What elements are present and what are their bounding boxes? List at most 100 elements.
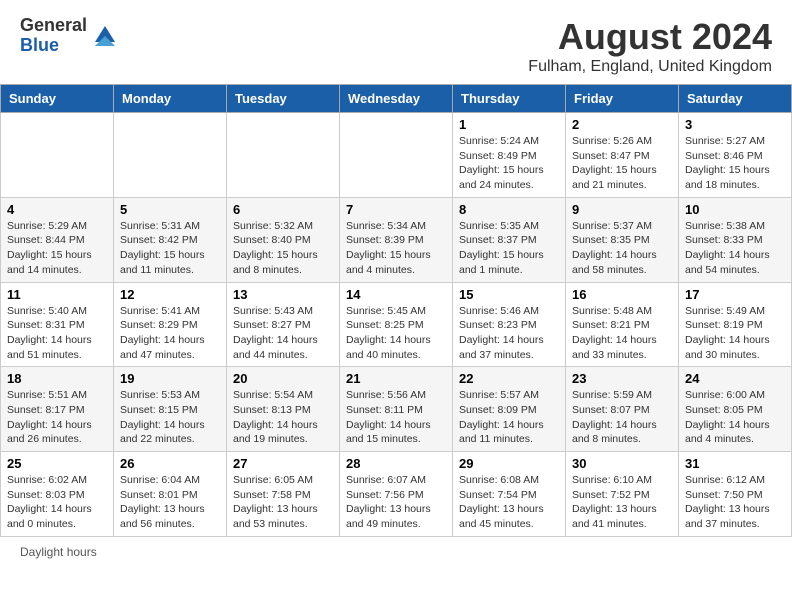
day-number: 11	[7, 287, 107, 302]
page-wrapper: General Blue August 2024 Fulham, England…	[0, 0, 792, 567]
main-title: August 2024	[528, 16, 772, 58]
day-number: 4	[7, 202, 107, 217]
calendar-cell: 8Sunrise: 5:35 AM Sunset: 8:37 PM Daylig…	[453, 197, 566, 282]
calendar-week-row: 25 Sunrise: 6:02 AM Sunset: 8:03 PM Dayli…	[1, 452, 792, 537]
day-info: Sunrise: 5:27 AM Sunset: 8:46 PM Dayligh…	[685, 134, 785, 193]
day-info: Sunrise: 6:00 AM Sunset: 8:05 PM Dayligh…	[685, 388, 785, 447]
calendar-cell	[227, 113, 340, 198]
day-info: Sunrise: 5:31 AM Sunset: 8:42 PM Dayligh…	[120, 219, 220, 278]
calendar-cell: 28 Sunrise: 6:07 AM Sunset: 7:56 PM Dayli…	[340, 452, 453, 537]
day-info: Sunrise: 6:08 AM Sunset: 7:54 PM Dayligh…	[459, 473, 559, 532]
calendar-cell: 12 Sunrise: 5:41 AM Sunset: 8:29 PM Dayli…	[114, 282, 227, 367]
calendar-cell: 6 Sunrise: 5:32 AM Sunset: 8:40 PM Daylig…	[227, 197, 340, 282]
calendar-cell: 27 Sunrise: 6:05 AM Sunset: 7:58 PM Dayli…	[227, 452, 340, 537]
page-header: General Blue August 2024 Fulham, England…	[0, 0, 792, 84]
day-info: Sunrise: 6:02 AM Sunset: 8:03 PM Dayligh…	[7, 473, 107, 532]
calendar-cell: 22 Sunrise: 5:57 AM Sunset: 8:09 PM Dayli…	[453, 367, 566, 452]
day-info: Sunrise: 5:29 AM Sunset: 8:44 PM Dayligh…	[7, 219, 107, 278]
day-info: Sunrise: 5:53 AM Sunset: 8:15 PM Dayligh…	[120, 388, 220, 447]
calendar-cell: 4 Sunrise: 5:29 AM Sunset: 8:44 PM Daylig…	[1, 197, 114, 282]
footer: Daylight hours	[0, 537, 792, 567]
calendar-cell: 21 Sunrise: 5:56 AM Sunset: 8:11 PM Dayli…	[340, 367, 453, 452]
day-info: Sunrise: 5:38 AM Sunset: 8:33 PM Dayligh…	[685, 219, 785, 278]
day-number: 13	[233, 287, 333, 302]
calendar-cell: 24 Sunrise: 6:00 AM Sunset: 8:05 PM Dayli…	[679, 367, 792, 452]
day-number: 18	[7, 371, 107, 386]
calendar-cell: 20Sunrise: 5:54 AM Sunset: 8:13 PM Dayli…	[227, 367, 340, 452]
calendar-week-row: 18Sunrise: 5:51 AM Sunset: 8:17 PM Dayli…	[1, 367, 792, 452]
calendar-cell: 2 Sunrise: 5:26 AM Sunset: 8:47 PM Daylig…	[566, 113, 679, 198]
day-info: Sunrise: 6:07 AM Sunset: 7:56 PM Dayligh…	[346, 473, 446, 532]
day-number: 8	[459, 202, 559, 217]
day-number: 16	[572, 287, 672, 302]
calendar-cell: 7Sunrise: 5:34 AM Sunset: 8:39 PM Daylig…	[340, 197, 453, 282]
logo-general: General	[20, 16, 87, 36]
calendar-cell: 19 Sunrise: 5:53 AM Sunset: 8:15 PM Dayli…	[114, 367, 227, 452]
calendar-cell: 16Sunrise: 5:48 AM Sunset: 8:21 PM Dayli…	[566, 282, 679, 367]
day-info: Sunrise: 5:49 AM Sunset: 8:19 PM Dayligh…	[685, 304, 785, 363]
calendar-table: SundayMondayTuesdayWednesdayThursdayFrid…	[0, 84, 792, 537]
day-number: 2	[572, 117, 672, 132]
calendar-cell: 26Sunrise: 6:04 AM Sunset: 8:01 PM Dayli…	[114, 452, 227, 537]
day-number: 15	[459, 287, 559, 302]
day-number: 30	[572, 456, 672, 471]
logo-text: General Blue	[20, 16, 87, 56]
day-number: 9	[572, 202, 672, 217]
calendar-day-header: Sunday	[1, 85, 114, 113]
day-info: Sunrise: 6:05 AM Sunset: 7:58 PM Dayligh…	[233, 473, 333, 532]
calendar-cell: 13 Sunrise: 5:43 AM Sunset: 8:27 PM Dayli…	[227, 282, 340, 367]
day-info: Sunrise: 5:56 AM Sunset: 8:11 PM Dayligh…	[346, 388, 446, 447]
calendar-cell: 23Sunrise: 5:59 AM Sunset: 8:07 PM Dayli…	[566, 367, 679, 452]
day-info: Sunrise: 5:37 AM Sunset: 8:35 PM Dayligh…	[572, 219, 672, 278]
calendar-cell: 25 Sunrise: 6:02 AM Sunset: 8:03 PM Dayli…	[1, 452, 114, 537]
calendar-cell	[114, 113, 227, 198]
calendar-cell	[1, 113, 114, 198]
day-number: 12	[120, 287, 220, 302]
day-info: Sunrise: 5:57 AM Sunset: 8:09 PM Dayligh…	[459, 388, 559, 447]
logo-icon	[91, 22, 119, 50]
day-number: 21	[346, 371, 446, 386]
day-number: 24	[685, 371, 785, 386]
day-number: 19	[120, 371, 220, 386]
day-number: 17	[685, 287, 785, 302]
day-number: 5	[120, 202, 220, 217]
subtitle: Fulham, England, United Kingdom	[528, 58, 772, 76]
calendar-cell: 9 Sunrise: 5:37 AM Sunset: 8:35 PM Daylig…	[566, 197, 679, 282]
logo: General Blue	[20, 16, 119, 56]
day-info: Sunrise: 5:46 AM Sunset: 8:23 PM Dayligh…	[459, 304, 559, 363]
calendar-cell: 10 Sunrise: 5:38 AM Sunset: 8:33 PM Dayli…	[679, 197, 792, 282]
calendar-cell: 30Sunrise: 6:10 AM Sunset: 7:52 PM Dayli…	[566, 452, 679, 537]
day-info: Sunrise: 5:26 AM Sunset: 8:47 PM Dayligh…	[572, 134, 672, 193]
day-number: 25	[7, 456, 107, 471]
day-number: 27	[233, 456, 333, 471]
calendar-day-header: Thursday	[453, 85, 566, 113]
day-info: Sunrise: 5:32 AM Sunset: 8:40 PM Dayligh…	[233, 219, 333, 278]
day-info: Sunrise: 5:34 AM Sunset: 8:39 PM Dayligh…	[346, 219, 446, 278]
day-number: 10	[685, 202, 785, 217]
day-info: Sunrise: 5:43 AM Sunset: 8:27 PM Dayligh…	[233, 304, 333, 363]
day-number: 20	[233, 371, 333, 386]
calendar-cell: 3Sunrise: 5:27 AM Sunset: 8:46 PM Daylig…	[679, 113, 792, 198]
calendar-day-header: Wednesday	[340, 85, 453, 113]
calendar-week-row: 4 Sunrise: 5:29 AM Sunset: 8:44 PM Daylig…	[1, 197, 792, 282]
calendar-cell: 5 Sunrise: 5:31 AM Sunset: 8:42 PM Daylig…	[114, 197, 227, 282]
day-info: Sunrise: 5:24 AM Sunset: 8:49 PM Dayligh…	[459, 134, 559, 193]
calendar-cell: 15 Sunrise: 5:46 AM Sunset: 8:23 PM Dayli…	[453, 282, 566, 367]
day-number: 28	[346, 456, 446, 471]
day-number: 1	[459, 117, 559, 132]
day-number: 6	[233, 202, 333, 217]
calendar-cell: 31Sunrise: 6:12 AM Sunset: 7:50 PM Dayli…	[679, 452, 792, 537]
day-number: 26	[120, 456, 220, 471]
calendar-week-row: 1 Sunrise: 5:24 AM Sunset: 8:49 PM Daylig…	[1, 113, 792, 198]
title-block: August 2024 Fulham, England, United King…	[528, 16, 772, 76]
calendar-cell	[340, 113, 453, 198]
calendar-cell: 18Sunrise: 5:51 AM Sunset: 8:17 PM Dayli…	[1, 367, 114, 452]
day-info: Sunrise: 5:40 AM Sunset: 8:31 PM Dayligh…	[7, 304, 107, 363]
calendar-cell: 1 Sunrise: 5:24 AM Sunset: 8:49 PM Daylig…	[453, 113, 566, 198]
day-number: 22	[459, 371, 559, 386]
day-number: 14	[346, 287, 446, 302]
calendar-day-header: Monday	[114, 85, 227, 113]
day-number: 29	[459, 456, 559, 471]
day-info: Sunrise: 5:41 AM Sunset: 8:29 PM Dayligh…	[120, 304, 220, 363]
calendar-cell: 11 Sunrise: 5:40 AM Sunset: 8:31 PM Dayli…	[1, 282, 114, 367]
